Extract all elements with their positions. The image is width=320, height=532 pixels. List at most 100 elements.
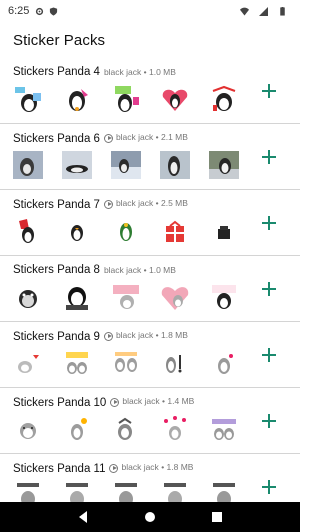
sticker-pack-row[interactable]: Stickers Panda 6 black jack • 2.1 MB — [0, 124, 300, 190]
sticker-thumbnail — [164, 416, 186, 440]
pack-header: Stickers Panda 8 black jack • 1.0 MB — [13, 264, 176, 276]
sticker-thumbnail — [69, 89, 88, 111]
back-icon[interactable] — [76, 510, 90, 524]
sticker-thumbnail — [212, 419, 236, 440]
add-pack-button[interactable] — [260, 148, 278, 166]
pack-meta: black jack • 1.8 MB — [109, 462, 193, 473]
sticker-thumbnail — [20, 423, 36, 439]
wifi-icon — [240, 7, 249, 16]
sticker-thumbnail — [71, 225, 83, 241]
sticker-thumbnail — [18, 355, 39, 373]
sticker-thumbnail — [115, 483, 137, 502]
play-icon — [109, 463, 119, 473]
sticker-thumbnail — [13, 151, 43, 179]
sticker-pack-row[interactable]: Stickers Panda 9 black jack • 1.8 MB — [0, 322, 300, 388]
sticker-thumbnail — [115, 86, 139, 112]
meta-separator: • — [161, 462, 165, 472]
sticker-pack-row[interactable]: Stickers Panda 10 black jack • 1.4 MB — [0, 388, 300, 454]
sticker-thumbnail — [118, 417, 132, 440]
sticker-thumbnail — [120, 223, 132, 241]
pack-header: Stickers Panda 6 black jack • 2.1 MB — [13, 132, 188, 145]
sticker-thumbnail — [111, 151, 141, 179]
sticker-thumbnail — [17, 483, 39, 502]
pack-header: Stickers Panda 11 black jack • 1.8 MB — [13, 462, 193, 475]
status-time: 6:25 — [8, 5, 30, 17]
app-bar: Sticker Packs — [0, 22, 300, 58]
sticker-pack-row[interactable]: Stickers Panda 11 black jack • 1.8 MB — [0, 454, 300, 502]
sticker-previews — [13, 481, 239, 502]
pack-publisher: black jack — [115, 198, 154, 208]
add-pack-button[interactable] — [260, 412, 278, 430]
sticker-thumbnail — [62, 151, 92, 179]
sticker-thumbnail — [162, 89, 188, 111]
pack-name: Stickers Panda 8 — [13, 264, 100, 276]
add-pack-button[interactable] — [260, 82, 278, 100]
recents-icon[interactable] — [210, 510, 224, 524]
pack-header: Stickers Panda 10 black jack • 1.4 MB — [13, 396, 194, 409]
add-pack-button[interactable] — [260, 346, 278, 364]
sticker-previews — [13, 217, 239, 245]
pack-name: Stickers Panda 4 — [13, 66, 100, 78]
pack-meta: black jack • 1.8 MB — [103, 330, 188, 341]
pack-size: 2.1 MB — [161, 132, 188, 142]
sticker-thumbnail — [113, 285, 139, 309]
sticker-pack-list[interactable]: Stickers Panda 4 black jack • 1.0 MB Sti… — [0, 58, 300, 502]
sticker-thumbnail — [166, 355, 182, 373]
sticker-thumbnail — [115, 352, 137, 372]
pack-publisher: black jack — [122, 396, 160, 406]
pack-header: Stickers Panda 7 black jack • 2.5 MB — [13, 198, 188, 211]
sticker-thumbnail — [209, 151, 239, 179]
sticker-pack-row[interactable]: Stickers Panda 8 black jack • 1.0 MB — [0, 256, 300, 322]
pack-size: 1.0 MB — [149, 265, 176, 275]
meta-separator: • — [155, 132, 159, 142]
shield-icon — [50, 6, 58, 16]
sticker-previews — [13, 151, 239, 179]
sticker-previews — [13, 85, 239, 113]
sticker-pack-row[interactable]: Stickers Panda 4 black jack • 1.0 MB — [0, 58, 300, 124]
home-icon[interactable] — [143, 510, 157, 524]
battery-icon — [280, 6, 285, 16]
meta-separator: • — [155, 198, 159, 208]
play-icon — [103, 199, 113, 209]
status-bar: 6:25 — [0, 0, 300, 22]
pack-publisher: black jack — [103, 265, 142, 275]
sticker-thumbnail — [160, 151, 190, 179]
sticker-thumbnail — [66, 483, 88, 502]
pack-meta: black jack • 1.0 MB — [104, 265, 176, 275]
sticker-thumbnail — [218, 226, 230, 239]
sticker-thumbnail — [66, 287, 88, 310]
sticker-pack-row[interactable]: Stickers Panda 7 black jack • 2.5 MB — [0, 190, 300, 256]
add-pack-button[interactable] — [260, 478, 278, 496]
add-pack-button[interactable] — [260, 214, 278, 232]
sticker-thumbnail — [66, 352, 88, 374]
pack-publisher: black jack — [121, 462, 159, 472]
add-pack-button[interactable] — [260, 280, 278, 298]
pack-size: 1.0 MB — [149, 67, 176, 77]
sticker-thumbnail — [15, 87, 41, 112]
meta-separator: • — [155, 330, 159, 340]
sticker-previews — [13, 283, 239, 311]
pack-name: Stickers Panda 6 — [13, 132, 100, 145]
pack-name: Stickers Panda 10 — [13, 396, 107, 409]
sticker-thumbnail — [164, 483, 186, 502]
meta-separator: • — [162, 396, 166, 406]
pack-name: Stickers Panda 9 — [13, 330, 100, 343]
signal-icon — [259, 6, 268, 16]
pack-publisher: black jack — [115, 132, 154, 142]
sticker-thumbnail — [19, 290, 37, 308]
pack-publisher: black jack — [103, 67, 142, 77]
play-icon — [110, 397, 120, 407]
gear-icon — [36, 7, 44, 15]
play-icon — [103, 133, 113, 143]
pack-name: Stickers Panda 7 — [13, 198, 100, 211]
sticker-thumbnail — [166, 220, 184, 242]
page-title: Sticker Packs — [13, 31, 106, 49]
pack-size: 2.5 MB — [161, 198, 188, 208]
pack-meta: black jack • 1.4 MB — [110, 396, 195, 407]
sticker-thumbnail — [218, 354, 233, 374]
pack-publisher: black jack — [115, 330, 154, 340]
play-icon — [103, 331, 113, 341]
sticker-thumbnail — [71, 418, 87, 440]
sticker-thumbnail — [19, 219, 34, 243]
pack-size: 1.4 MB — [167, 396, 195, 406]
